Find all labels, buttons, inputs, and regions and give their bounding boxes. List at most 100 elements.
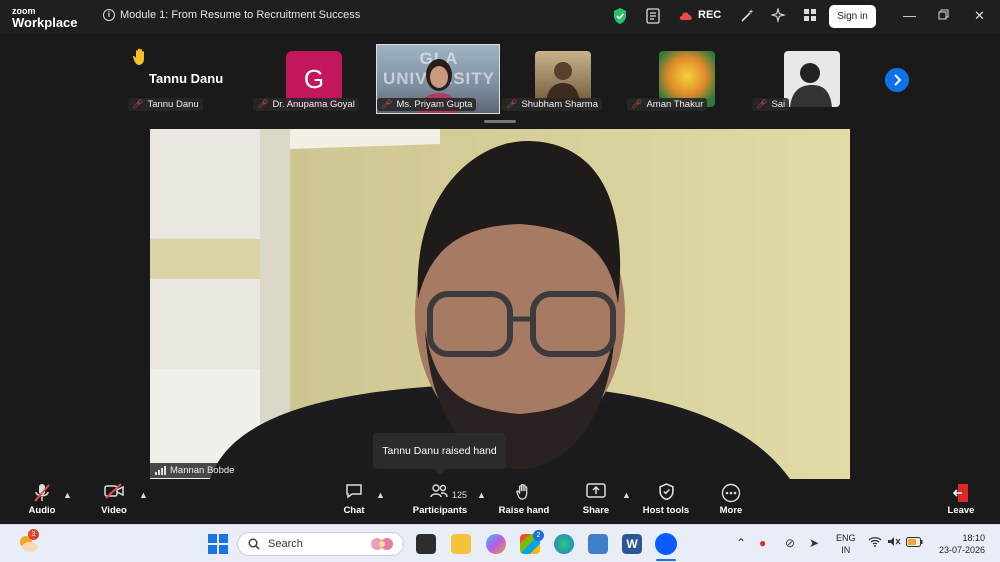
raise-hand-button[interactable]: Raise hand: [498, 483, 550, 521]
chat-label: Chat: [343, 505, 365, 516]
tooltip-arrow: [434, 469, 446, 475]
host-tools-button[interactable]: Host tools: [640, 483, 692, 521]
active-app-indicator: [656, 559, 676, 561]
leave-button[interactable]: Leave: [941, 483, 981, 521]
search-placeholder: Search: [268, 538, 303, 550]
raised-hand-icon: [132, 47, 150, 72]
file-explorer-icon[interactable]: [451, 534, 471, 554]
apps-grid-icon[interactable]: [803, 8, 817, 25]
info-icon[interactable]: i: [103, 9, 115, 21]
raised-hand-notification: Tannu Danu raised hand: [373, 433, 506, 469]
raise-hand-label: Raise hand: [498, 505, 550, 516]
chat-options-chevron-icon[interactable]: ▲: [376, 490, 385, 500]
magic-wand-icon[interactable]: [740, 8, 755, 26]
video-options-chevron-icon[interactable]: ▲: [139, 490, 148, 500]
show-hidden-icons-chevron-icon[interactable]: ⌃: [736, 536, 746, 550]
notes-icon[interactable]: [646, 8, 660, 27]
location-icon[interactable]: ➤: [809, 536, 819, 550]
edge-browser-icon[interactable]: [554, 534, 574, 554]
taskbar-search-box[interactable]: Search: [237, 532, 404, 556]
copilot-icon[interactable]: [486, 534, 506, 554]
task-view-icon[interactable]: [416, 534, 436, 554]
shield-check-icon[interactable]: [613, 8, 627, 27]
wifi-icon[interactable]: [868, 536, 882, 550]
participant-chip-priyam[interactable]: 🎤︎ Ms. Priyam Gupta: [377, 98, 477, 111]
ai-sparkle-icon[interactable]: [769, 6, 787, 26]
active-speaker-video[interactable]: [150, 129, 850, 479]
more-dots-icon: [711, 483, 751, 505]
participant-thumbnail-sai[interactable]: [784, 51, 840, 107]
restore-icon[interactable]: [938, 8, 949, 23]
participant-chip-tannu[interactable]: 🎤︎ Tannu Danu: [128, 98, 203, 111]
raised-hand-name: Tannu Danu: [149, 71, 224, 86]
mic-muted-icon: 🎤︎: [631, 99, 643, 109]
remote-desktop-icon[interactable]: [588, 534, 608, 554]
audio-options-chevron-icon[interactable]: ▲: [63, 490, 72, 500]
raise-hand-icon: [498, 483, 550, 505]
language-code: ENG: [836, 533, 856, 543]
more-label: More: [719, 505, 743, 516]
title-bar: zoom Workplace i Module 1: From Resume t…: [0, 0, 1000, 34]
participant-video-priyam[interactable]: GLA UNIVERSITY 🎤︎ Ms. Priyam Gupta: [376, 44, 500, 114]
participants-label: Participants: [412, 505, 468, 516]
participants-options-chevron-icon[interactable]: ▲: [477, 490, 486, 500]
search-highlight-flower-icon: [371, 538, 393, 550]
video-label: Video: [101, 505, 127, 516]
speaker-name: Mannan Bobde: [170, 465, 235, 476]
word-icon[interactable]: W: [622, 534, 642, 554]
participant-name: Tannu Danu: [147, 99, 199, 110]
share-screen-icon: [576, 483, 616, 505]
region-code: IN: [841, 545, 851, 555]
participant-name: Ms. Priyam Gupta: [396, 99, 473, 110]
share-button[interactable]: Share: [576, 483, 616, 521]
clock-date: 23-07-2026: [938, 545, 985, 555]
participant-chip-anupama[interactable]: 🎤︎ Dr. Anupama Goyal: [253, 98, 359, 111]
participant-chip-shubham[interactable]: 🎤︎ Shubham Sharma: [502, 98, 603, 111]
volume-muted-icon[interactable]: [887, 536, 901, 550]
zoom-logo: zoom Workplace: [12, 6, 78, 30]
mic-muted-icon: 🎤︎: [257, 99, 269, 109]
video-button[interactable]: Video: [94, 483, 134, 521]
windows-start-icon[interactable]: [208, 534, 228, 559]
share-options-chevron-icon[interactable]: ▲: [622, 490, 631, 500]
network-off-icon[interactable]: ⊘: [785, 536, 795, 550]
battery-icon[interactable]: [906, 536, 923, 550]
audio-button[interactable]: Audio: [22, 483, 62, 521]
close-icon[interactable]: ✕: [974, 8, 985, 24]
participant-name: Aman Thakur: [646, 99, 704, 110]
weather-notification-badge: 3: [28, 529, 39, 540]
zoom-app-icon[interactable]: [655, 533, 677, 555]
active-speaker-label: Mannan Bobde: [150, 463, 240, 478]
minimize-icon[interactable]: —: [903, 8, 916, 23]
leave-label: Leave: [947, 505, 975, 516]
host-shield-icon: [640, 483, 692, 505]
recording-tray-icon[interactable]: ●: [759, 536, 766, 550]
chat-button[interactable]: Chat: [334, 483, 374, 521]
signal-strength-icon: [155, 466, 166, 475]
participant-chip-aman[interactable]: 🎤︎ Aman Thakur: [627, 98, 708, 111]
share-label: Share: [582, 505, 610, 516]
mic-muted-icon: 🎤︎: [506, 99, 518, 109]
participant-count: 125: [452, 490, 468, 500]
logo-large-text: Workplace: [12, 15, 78, 30]
clock-time: 18:10: [962, 533, 985, 543]
cloud-icon: [679, 11, 692, 20]
participant-name: Shubham Sharma: [521, 99, 599, 110]
more-button[interactable]: More: [711, 483, 751, 521]
mic-muted-icon: 🎤︎: [132, 99, 144, 109]
speaker-video-frame: [150, 129, 850, 479]
mic-muted-icon: 🎤︎: [381, 99, 393, 109]
gallery-strip: Tannu Danu 🎤︎ Tannu Danu G 🎤︎ Dr. Anupam…: [0, 34, 1000, 126]
recording-button[interactable]: REC: [678, 9, 721, 21]
participant-chip-sai[interactable]: 🎤︎ Sai: [752, 98, 790, 111]
next-page-button[interactable]: [885, 68, 909, 92]
participants-button[interactable]: Participants: [410, 483, 470, 521]
sign-in-button[interactable]: Sign in: [829, 5, 876, 28]
language-indicator[interactable]: ENG IN: [836, 532, 856, 556]
leave-door-icon: [941, 483, 981, 505]
video-off-icon: [94, 483, 134, 505]
meeting-toolbar: Audio ▲ Video ▲ Chat ▲ Participants 125 …: [0, 480, 1000, 524]
strip-resize-handle[interactable]: [484, 120, 516, 123]
clock[interactable]: 18:10 23-07-2026: [933, 532, 985, 556]
meeting-title-area[interactable]: i Module 1: From Resume to Recruitment S…: [103, 9, 360, 21]
